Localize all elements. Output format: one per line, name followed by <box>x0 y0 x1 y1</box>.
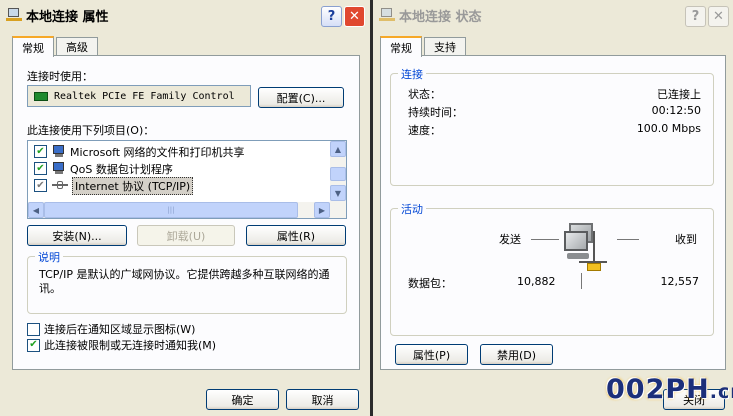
activity-group-title: 活动 <box>398 201 426 217</box>
item-checkbox[interactable]: ✔ <box>34 162 47 175</box>
connection-group-title: 连接 <box>398 66 426 82</box>
status-properties-button[interactable]: 属性(P) <box>395 344 468 365</box>
description-text: TCP/IP 是默认的广域网协议。它提供跨越多种互联网络的通讯。 <box>39 268 330 295</box>
tab-general[interactable]: 常规 <box>380 36 422 57</box>
close-button[interactable]: ✕ <box>708 6 729 27</box>
properties-button[interactable]: 属性(R) <box>246 225 346 246</box>
network-connection-icon <box>379 7 395 23</box>
item-checkbox[interactable]: ✔ <box>34 179 47 192</box>
received-line <box>617 239 639 240</box>
tab-support[interactable]: 支持 <box>424 37 466 56</box>
watermark-text: 002PH <box>606 374 710 405</box>
tab-advanced[interactable]: 高级 <box>56 37 98 56</box>
file-share-icon <box>52 145 68 158</box>
packets-sent-value: 10,882 <box>517 275 556 288</box>
status-tab-panel: 连接 状态： 已连接上 持续时间： 00:12:50 速度： 100.0 Mbp… <box>380 55 726 370</box>
help-icon: ? <box>691 9 700 24</box>
status-window: 本地连接 状态 ? ✕ 常规 支持 连接 状态： 已连接上 持续时间： 00:1… <box>373 0 733 416</box>
sent-label: 发送 <box>499 233 521 246</box>
speed-label: 速度： <box>408 124 441 137</box>
ok-button[interactable]: 确定 <box>206 389 279 410</box>
list-item-label: QoS 数据包计划程序 <box>70 162 173 176</box>
install-button[interactable]: 安装(N)... <box>27 225 127 246</box>
scroll-thumb[interactable] <box>330 167 346 181</box>
components-list[interactable]: ✔ Microsoft 网络的文件和打印机共享 ✔ QoS 数据包计划程序 ✔ … <box>27 140 347 219</box>
scroll-down-button[interactable]: ▼ <box>330 185 346 201</box>
description-group: 说明 TCP/IP 是默认的广域网协议。它提供跨越多种互联网络的通讯。 <box>27 249 347 314</box>
connect-using-label: 连接时使用： <box>27 70 93 83</box>
duration-label: 持续时间： <box>408 106 463 119</box>
description-title: 说明 <box>35 249 63 265</box>
packets-received-value: 12,557 <box>660 275 700 288</box>
activity-group: 活动 发送 收到 数据包： 10,882 12,557 <box>390 201 714 336</box>
status-window-title: 本地连接 状态 <box>399 9 482 25</box>
help-icon: ? <box>327 9 336 24</box>
notify-label: 此连接被限制或无连接时通知我(M) <box>44 339 217 352</box>
general-tab-panel: 连接时使用： Realtek PCIe FE Family Control 配置… <box>12 55 360 370</box>
close-icon: ✕ <box>713 9 724 24</box>
watermark-logo: 002PH .cn <box>606 374 733 405</box>
notify-option[interactable]: ✔ 此连接被限制或无连接时通知我(M) <box>27 337 216 353</box>
tab-general[interactable]: 常规 <box>12 36 54 57</box>
items-label: 此连接使用下列项目(O)： <box>27 124 155 137</box>
protocol-icon <box>52 179 70 192</box>
help-button[interactable]: ? <box>685 6 706 27</box>
close-icon: ✕ <box>349 9 360 24</box>
disable-button[interactable]: 禁用(D) <box>480 344 553 365</box>
item-checkbox[interactable]: ✔ <box>34 145 47 158</box>
received-label: 收到 <box>675 233 697 246</box>
connection-group: 连接 状态： 已连接上 持续时间： 00:12:50 速度： 100.0 Mbp… <box>390 66 714 186</box>
speed-value: 100.0 Mbps <box>636 122 701 135</box>
status-label: 状态： <box>408 88 441 101</box>
list-item-selected[interactable]: ✔ Internet 协议 (TCP/IP) <box>34 176 194 195</box>
status-value: 已连接上 <box>657 88 701 101</box>
adapter-field: Realtek PCIe FE Family Control <box>27 85 251 107</box>
help-button[interactable]: ? <box>321 6 342 27</box>
show-icon-label: 连接后在通知区域显示图标(W) <box>44 323 196 336</box>
vertical-scrollbar[interactable]: ▲ ▼ <box>330 141 346 202</box>
configure-button[interactable]: 配置(C)... <box>258 87 344 108</box>
status-titlebar[interactable]: 本地连接 状态 <box>373 0 733 30</box>
notify-checkbox[interactable]: ✔ <box>27 338 40 352</box>
duration-value: 00:12:50 <box>651 104 701 117</box>
scroll-right-button[interactable]: ▶ <box>314 202 330 218</box>
properties-titlebar[interactable]: 本地连接 属性 <box>0 0 370 30</box>
network-connection-icon <box>6 7 22 23</box>
packets-label: 数据包： <box>408 277 452 290</box>
scroll-up-button[interactable]: ▲ <box>330 141 346 157</box>
cancel-button[interactable]: 取消 <box>286 389 359 410</box>
close-button[interactable]: ✕ <box>344 6 365 27</box>
computer-activity-icon <box>559 217 611 273</box>
packets-divider <box>581 273 582 289</box>
show-icon-option[interactable]: 连接后在通知区域显示图标(W) <box>27 321 195 337</box>
show-icon-checkbox[interactable] <box>27 322 40 336</box>
horizontal-scrollbar[interactable]: ◀ ||| ▶ <box>28 202 346 218</box>
list-item[interactable]: ✔ QoS 数据包计划程序 <box>34 161 173 176</box>
uninstall-button[interactable]: 卸载(U) <box>137 225 235 246</box>
list-item[interactable]: ✔ Microsoft 网络的文件和打印机共享 <box>34 144 245 159</box>
network-adapter-icon <box>34 91 48 101</box>
properties-window: 本地连接 属性 ? ✕ 常规 高级 连接时使用： Realtek PCIe FE… <box>0 0 370 416</box>
watermark-suffix: .cn <box>709 381 733 403</box>
scroll-left-button[interactable]: ◀ <box>28 202 44 218</box>
list-item-label: Microsoft 网络的文件和打印机共享 <box>70 145 245 159</box>
list-item-label: Internet 协议 (TCP/IP) <box>72 176 194 195</box>
adapter-name: Realtek PCIe FE Family Control <box>54 90 235 102</box>
qos-icon <box>52 162 68 175</box>
sent-line <box>531 239 559 240</box>
window-title: 本地连接 属性 <box>26 9 109 25</box>
h-scroll-thumb[interactable]: ||| <box>44 202 298 218</box>
scroll-grip: ||| <box>167 206 175 214</box>
